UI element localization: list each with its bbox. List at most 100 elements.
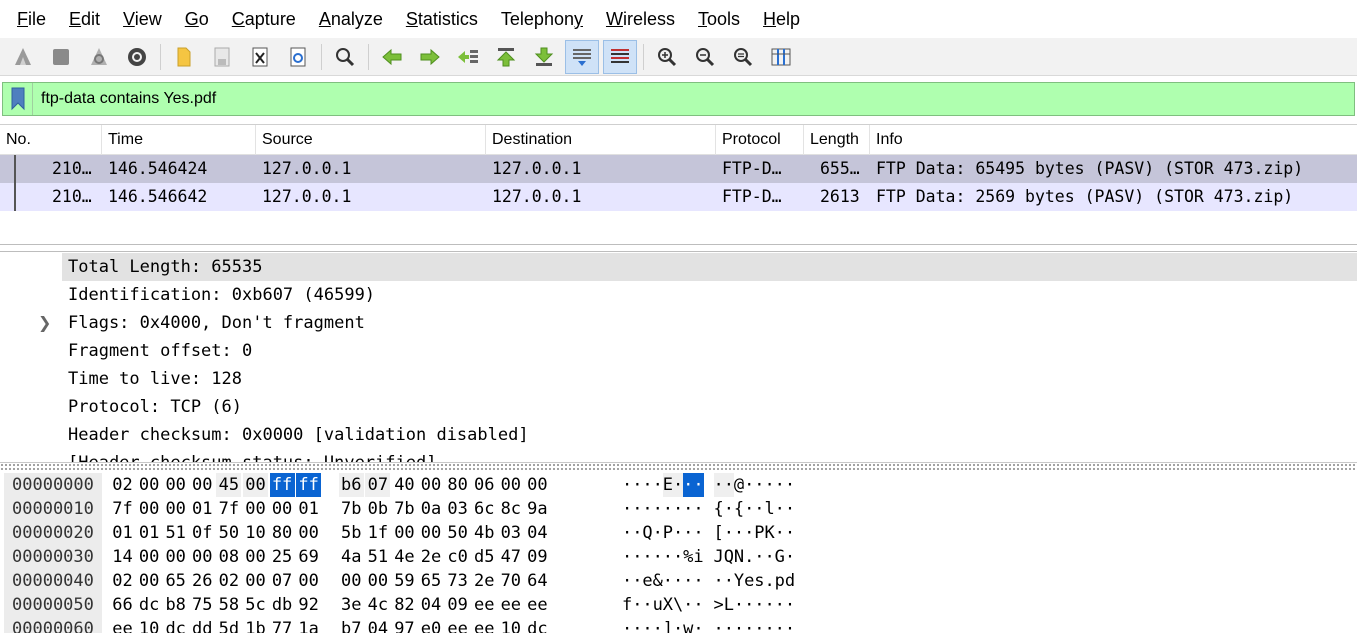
ascii-char[interactable]: · <box>764 617 774 633</box>
colorize-button[interactable] <box>603 39 637 74</box>
ascii-char[interactable]: e <box>642 569 652 593</box>
hex-byte[interactable]: 07 <box>270 569 295 593</box>
hex-bytes[interactable]: 7f 00 00 01 7f 00 00 01 7b 0b 7b 0a 03 6c 8c 9a <box>110 497 552 521</box>
ascii-char[interactable]: · <box>693 617 703 633</box>
detail-field-row[interactable]: Fragment offset: 0 <box>62 337 252 365</box>
hex-byte[interactable]: 9a <box>525 497 550 521</box>
ascii-char[interactable]: · <box>723 473 734 497</box>
expand-chevron-icon[interactable]: ❯ <box>38 309 52 337</box>
ascii-char[interactable]: . <box>744 545 754 569</box>
menu-statistics[interactable]: Statistics <box>397 0 487 38</box>
ascii-char[interactable]: s <box>754 569 764 593</box>
hex-bytes[interactable]: 02 00 00 00 45 00 ff ff b6 07 40 00 80 06 00 00 <box>110 473 552 497</box>
hex-byte[interactable]: 40 <box>392 473 417 497</box>
filter-bookmark-button[interactable] <box>3 83 33 115</box>
hex-byte[interactable]: db <box>270 593 295 617</box>
ascii-char[interactable]: · <box>663 497 673 521</box>
hex-byte[interactable]: 51 <box>365 545 390 569</box>
ascii-char[interactable]: · <box>653 497 663 521</box>
close-file-button[interactable] <box>243 40 277 74</box>
hex-byte[interactable]: 00 <box>163 545 188 569</box>
ascii-char[interactable]: e <box>744 569 754 593</box>
hex-byte[interactable]: 66 <box>110 593 135 617</box>
hex-byte[interactable]: 06 <box>472 473 497 497</box>
ascii-char[interactable]: u <box>653 593 663 617</box>
hex-byte[interactable]: 00 <box>163 497 188 521</box>
hex-ascii[interactable]: ··Q·P··· [···PK·· <box>622 521 795 545</box>
ascii-char[interactable]: · <box>673 545 683 569</box>
hex-byte[interactable]: ff <box>269 473 295 497</box>
hex-byte[interactable]: 00 <box>243 545 268 569</box>
ascii-char[interactable]: · <box>775 617 785 633</box>
ascii-char[interactable]: · <box>734 593 744 617</box>
hex-byte[interactable]: 00 <box>365 569 390 593</box>
ascii-char[interactable]: · <box>785 497 795 521</box>
column-header-time[interactable]: Time <box>102 125 256 155</box>
hex-byte[interactable]: 00 <box>270 497 295 521</box>
hex-byte[interactable]: 00 <box>243 497 268 521</box>
ascii-char[interactable]: l <box>764 497 774 521</box>
open-file-button[interactable] <box>167 40 201 74</box>
ascii-char[interactable]: · <box>775 473 785 497</box>
menu-go[interactable]: Go <box>176 0 218 38</box>
hex-ascii[interactable]: ··e&···· ··Yes.pd <box>622 569 795 593</box>
column-header-protocol[interactable]: Protocol <box>716 125 804 155</box>
resize-columns-button[interactable] <box>764 40 798 74</box>
ascii-char[interactable]: · <box>785 521 795 545</box>
hex-byte[interactable]: 02 <box>110 473 135 497</box>
hex-bytes[interactable]: 02 00 65 26 02 00 07 00 00 00 59 65 73 2e 70 64 <box>110 569 552 593</box>
last-packet-button[interactable] <box>527 40 561 74</box>
hex-byte[interactable]: 5c <box>243 593 268 617</box>
ascii-char[interactable]: · <box>622 545 632 569</box>
detail-field-row[interactable]: Time to live: 128 <box>62 365 242 393</box>
hex-byte[interactable]: 7f <box>216 497 241 521</box>
ascii-char[interactable]: · <box>683 497 693 521</box>
hex-byte[interactable]: 77 <box>270 617 295 633</box>
restart-capture-button[interactable] <box>82 40 116 74</box>
zoom-in-button[interactable] <box>650 40 684 74</box>
hex-byte[interactable]: 00 <box>498 473 523 497</box>
ascii-char[interactable]: · <box>724 569 734 593</box>
hex-ascii[interactable]: ····E··· ··@····· <box>622 473 795 497</box>
ascii-char[interactable]: · <box>653 617 663 633</box>
ascii-char[interactable]: f <box>622 593 632 617</box>
find-packet-button[interactable] <box>328 40 362 74</box>
hex-byte[interactable]: b8 <box>163 593 188 617</box>
normal-size-button[interactable] <box>726 40 760 74</box>
hex-byte[interactable]: 4e <box>392 545 417 569</box>
hex-byte[interactable]: 00 <box>243 569 268 593</box>
ascii-char[interactable]: · <box>754 473 764 497</box>
ascii-char[interactable]: ] <box>663 617 673 633</box>
hex-ascii[interactable]: ········ {·{··l·· <box>622 497 795 521</box>
detail-field-row[interactable]: Identification: 0xb607 (46599) <box>62 281 375 309</box>
hex-byte[interactable]: 09 <box>525 545 550 569</box>
hex-byte[interactable]: 10 <box>137 617 162 633</box>
ascii-char[interactable]: · <box>632 497 642 521</box>
menu-help[interactable]: Help <box>754 0 809 38</box>
menu-capture[interactable]: Capture <box>223 0 305 38</box>
hex-byte[interactable]: 02 <box>216 569 241 593</box>
hex-byte[interactable]: 00 <box>190 545 215 569</box>
column-header-length[interactable]: Length <box>804 125 870 155</box>
ascii-char[interactable]: K <box>764 521 774 545</box>
ascii-char[interactable]: · <box>653 545 663 569</box>
hex-byte[interactable]: 80 <box>270 521 295 545</box>
hex-byte[interactable]: 00 <box>296 569 321 593</box>
ascii-char[interactable]: L <box>724 593 734 617</box>
hex-byte[interactable]: 5b <box>339 521 364 545</box>
ascii-char[interactable]: · <box>744 617 754 633</box>
ascii-char[interactable]: · <box>693 497 703 521</box>
ascii-char[interactable]: p <box>775 569 785 593</box>
ascii-char[interactable]: Q <box>642 521 652 545</box>
ascii-char[interactable]: · <box>744 521 754 545</box>
column-header-destination[interactable]: Destination <box>486 125 716 155</box>
hex-byte[interactable]: 50 <box>216 521 241 545</box>
menu-analyze[interactable]: Analyze <box>310 0 392 38</box>
hex-byte[interactable]: 59 <box>392 569 417 593</box>
ascii-char[interactable]: · <box>632 521 642 545</box>
ascii-char[interactable]: · <box>642 617 652 633</box>
hex-byte[interactable]: 26 <box>190 569 215 593</box>
ascii-char[interactable]: · <box>622 497 632 521</box>
hex-byte[interactable]: 00 <box>190 473 215 497</box>
hex-byte[interactable]: 01 <box>190 497 215 521</box>
